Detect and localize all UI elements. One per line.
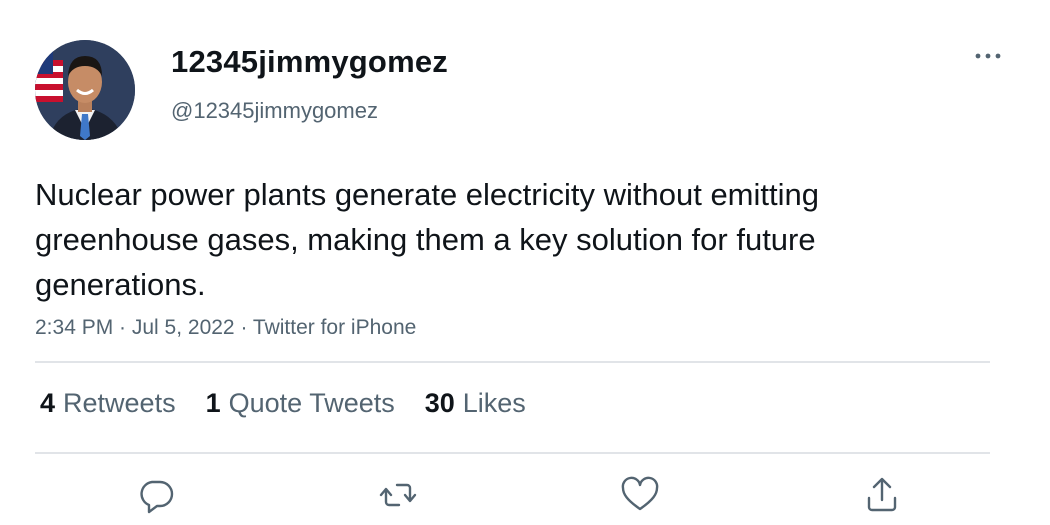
display-name[interactable]: 12345jimmygomez bbox=[171, 44, 448, 80]
quote-tweets-count: 1 bbox=[205, 388, 221, 418]
avatar[interactable] bbox=[35, 40, 135, 140]
retweets-label: Retweets bbox=[63, 388, 176, 418]
heart-icon bbox=[621, 476, 659, 511]
like-button[interactable] bbox=[619, 474, 661, 516]
user-handle[interactable]: @12345jimmygomez bbox=[171, 98, 378, 124]
retweet-button[interactable] bbox=[377, 474, 419, 516]
reply-icon bbox=[140, 480, 174, 514]
quote-tweets-stat[interactable]: 1 Quote Tweets bbox=[206, 388, 395, 419]
share-button[interactable] bbox=[861, 474, 903, 516]
reply-button[interactable] bbox=[135, 474, 177, 516]
retweets-count: 4 bbox=[40, 388, 56, 418]
tweet-stats: 4 Retweets 1 Quote Tweets 30 Likes bbox=[40, 388, 526, 419]
avatar-image bbox=[35, 40, 135, 140]
likes-stat[interactable]: 30 Likes bbox=[425, 388, 526, 419]
tweet-meta[interactable]: 2:34 PM · Jul 5, 2022 · Twitter for iPho… bbox=[35, 316, 416, 340]
more-options-button[interactable] bbox=[966, 42, 1010, 72]
likes-label: Likes bbox=[462, 388, 526, 418]
quote-tweets-label: Quote Tweets bbox=[228, 388, 395, 418]
share-icon bbox=[867, 477, 897, 512]
divider bbox=[35, 361, 990, 363]
tweet-text: Nuclear power plants generate electricit… bbox=[35, 177, 819, 302]
divider bbox=[35, 452, 990, 454]
retweets-stat[interactable]: 4 Retweets bbox=[40, 388, 176, 419]
more-icon bbox=[975, 53, 1001, 59]
likes-count: 30 bbox=[424, 388, 455, 418]
retweet-icon bbox=[379, 483, 417, 507]
tweet-card: 12345jimmygomez @12345jimmygomez Nuclear… bbox=[0, 0, 1050, 525]
